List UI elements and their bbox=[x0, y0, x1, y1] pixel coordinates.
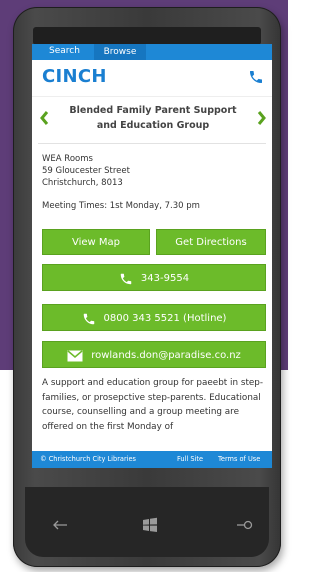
listing-title-line2: and Education Group bbox=[96, 120, 210, 131]
chevron-left-icon[interactable] bbox=[38, 109, 50, 127]
address-block: WEA Rooms 59 Gloucester Street Christchu… bbox=[42, 153, 130, 189]
footer-bar: © Christchurch City Libraries Full Site … bbox=[32, 451, 272, 468]
phone-icon[interactable] bbox=[248, 69, 264, 85]
listing-nav: Blended Family Parent Support and Educat… bbox=[32, 99, 272, 139]
phone-icon bbox=[83, 313, 94, 324]
app-header: CINCH bbox=[32, 60, 272, 97]
brand-logo[interactable]: CINCH bbox=[42, 66, 107, 87]
phone-top-bezel bbox=[33, 27, 261, 45]
email-button[interactable]: rowlands.don@paradise.co.nz bbox=[42, 341, 266, 368]
call-hotline-button[interactable]: 0800 343 5521 (Hotline) bbox=[42, 304, 266, 331]
address-line-3: Christchurch, 8013 bbox=[42, 178, 123, 188]
view-map-button[interactable]: View Map bbox=[42, 229, 150, 255]
description-text: A support and education group for paeebt… bbox=[42, 378, 264, 432]
address-line-1: WEA Rooms bbox=[42, 154, 93, 164]
full-site-link[interactable]: Full Site bbox=[177, 451, 203, 468]
address-line-2: 59 Gloucester Street bbox=[42, 166, 130, 176]
tab-search[interactable]: Search bbox=[49, 46, 80, 56]
listing-title-line1: Blended Family Parent Support bbox=[69, 105, 237, 116]
search-icon[interactable] bbox=[234, 515, 254, 535]
listing-title: Blended Family Parent Support and Educat… bbox=[58, 103, 248, 133]
phone-icon bbox=[120, 273, 132, 284]
copyright-text: © Christchurch City Libraries bbox=[40, 455, 136, 463]
terms-link[interactable]: Terms of Use bbox=[218, 451, 260, 468]
chevron-right-icon[interactable] bbox=[256, 109, 268, 127]
call-phone-button[interactable]: 343-9554 bbox=[42, 264, 266, 291]
get-directions-button[interactable]: Get Directions bbox=[156, 229, 266, 255]
meeting-times: Meeting Times: 1st Monday, 7.30 pm bbox=[42, 201, 200, 211]
app-screen: Search Browse CINCH Blended Family Paren… bbox=[32, 44, 272, 468]
email-address: rowlands.don@paradise.co.nz bbox=[91, 350, 241, 361]
back-arrow-icon[interactable] bbox=[50, 515, 70, 535]
hotline-number: 0800 343 5521 (Hotline) bbox=[103, 313, 227, 324]
phone-number: 343-9554 bbox=[140, 273, 190, 284]
windows-icon[interactable] bbox=[140, 515, 160, 535]
envelope-icon bbox=[67, 349, 83, 361]
tab-browse[interactable]: Browse bbox=[94, 44, 146, 60]
divider bbox=[38, 143, 266, 144]
tab-bar: Search Browse bbox=[32, 44, 272, 60]
